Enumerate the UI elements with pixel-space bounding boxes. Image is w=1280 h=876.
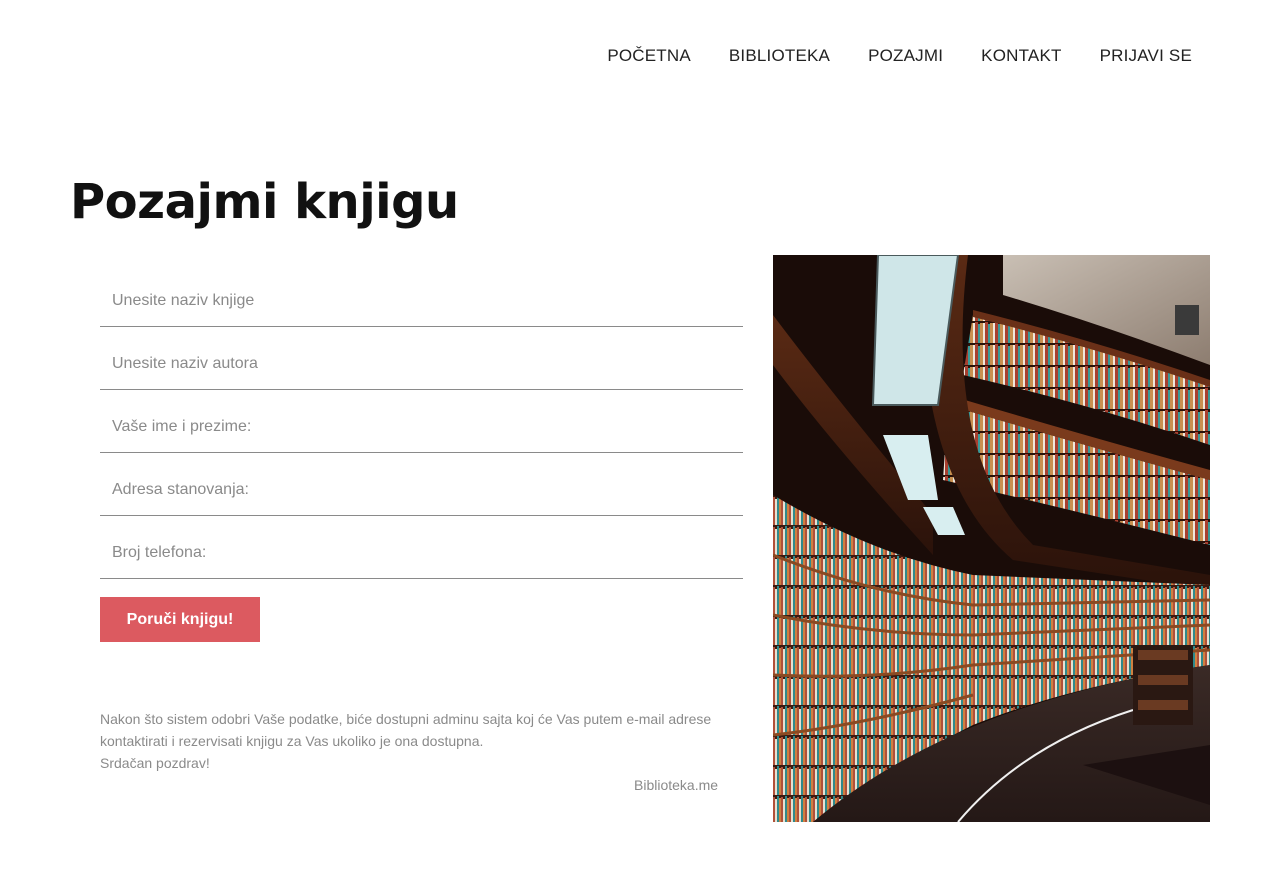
address-input[interactable] bbox=[100, 465, 743, 516]
book-title-input[interactable] bbox=[100, 276, 743, 327]
nav-item-kontakt[interactable]: KONTAKT bbox=[981, 44, 1061, 68]
full-name-input[interactable] bbox=[100, 402, 743, 453]
info-note-text: Nakon što sistem odobri Vaše podatke, bi… bbox=[100, 711, 712, 749]
nav-item-biblioteka[interactable]: BIBLIOTEKA bbox=[729, 44, 830, 68]
library-photo-illustration bbox=[773, 255, 1210, 822]
info-note-signature: Biblioteka.me bbox=[634, 777, 719, 793]
nav-item-pocetna[interactable]: POČETNA bbox=[607, 44, 691, 68]
order-book-button[interactable]: Poruči knjigu! bbox=[100, 597, 260, 642]
info-note: Nakon što sistem odobri Vaše podatke, bi… bbox=[100, 708, 745, 774]
phone-input[interactable] bbox=[100, 528, 743, 579]
page-title: Pozajmi knjigu bbox=[70, 174, 459, 230]
nav-item-prijavi-se[interactable]: PRIJAVI SE bbox=[1100, 44, 1192, 68]
library-photo bbox=[773, 255, 1210, 822]
borrow-form bbox=[100, 276, 743, 591]
author-input[interactable] bbox=[100, 339, 743, 390]
main-nav: POČETNA BIBLIOTEKA POZAJMI KONTAKT PRIJA… bbox=[607, 44, 1192, 68]
nav-item-pozajmi[interactable]: POZAJMI bbox=[868, 44, 943, 68]
info-note-greeting: Srdačan pozdrav! bbox=[100, 755, 210, 771]
